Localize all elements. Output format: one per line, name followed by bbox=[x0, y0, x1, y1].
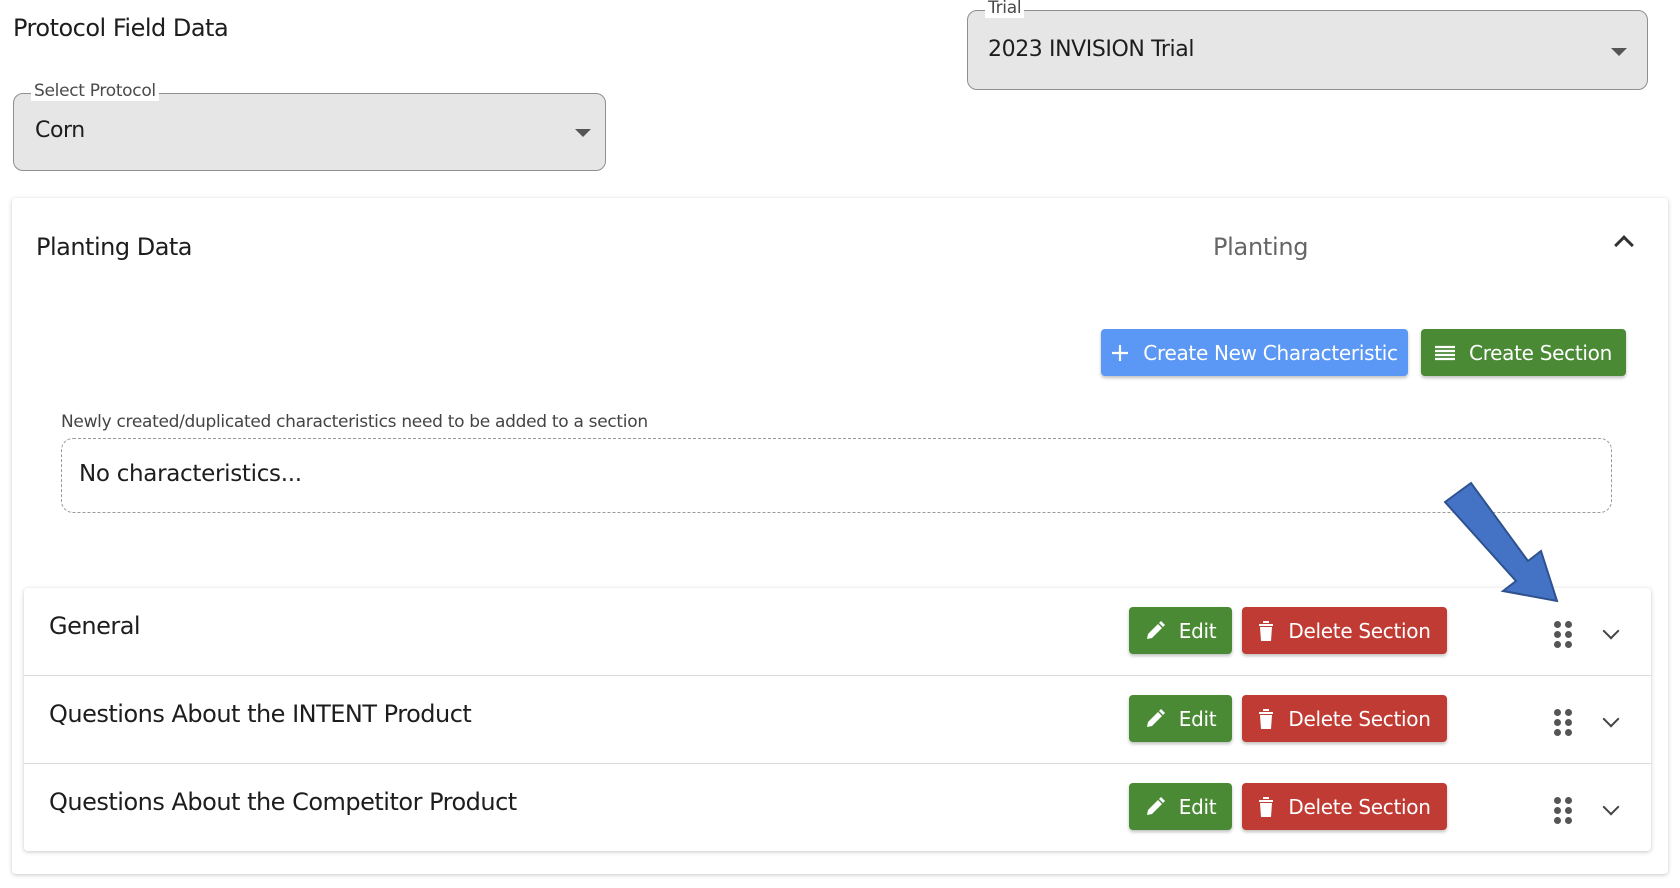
chevron-down-icon[interactable] bbox=[1602, 622, 1620, 640]
delete-section-button[interactable]: Delete Section bbox=[1242, 607, 1447, 654]
section-title: Questions About the Competitor Product bbox=[49, 788, 517, 816]
protocol-select-label: Select Protocol bbox=[31, 81, 159, 101]
drag-handle-icon[interactable] bbox=[1554, 709, 1572, 736]
pencil-icon bbox=[1145, 796, 1165, 817]
unassigned-characteristics-dropzone[interactable]: No characteristics... bbox=[61, 438, 1612, 513]
section-title: Questions About the INTENT Product bbox=[49, 700, 472, 728]
trash-icon bbox=[1258, 620, 1274, 641]
pencil-icon bbox=[1145, 620, 1165, 641]
trash-icon bbox=[1258, 796, 1274, 817]
edit-section-button[interactable]: Edit bbox=[1129, 695, 1232, 742]
edit-section-button[interactable]: Edit bbox=[1129, 607, 1232, 654]
create-new-characteristic-button[interactable]: Create New Characteristic bbox=[1101, 329, 1408, 376]
plus-icon bbox=[1111, 344, 1129, 362]
delete-section-label: Delete Section bbox=[1288, 794, 1431, 819]
trial-select[interactable]: Trial 2023 INVISION Trial bbox=[967, 0, 1648, 90]
edit-label: Edit bbox=[1178, 706, 1217, 731]
section-hint: Newly created/duplicated characteristics… bbox=[61, 412, 648, 432]
delete-section-label: Delete Section bbox=[1288, 706, 1431, 731]
card-title: Planting Data bbox=[36, 233, 193, 261]
chevron-down-icon[interactable] bbox=[1602, 798, 1620, 816]
create-new-characteristic-label: Create New Characteristic bbox=[1143, 340, 1398, 365]
protocol-select[interactable]: Select Protocol Corn bbox=[13, 81, 606, 171]
page-title: Protocol Field Data bbox=[13, 14, 229, 42]
section-row[interactable]: Questions About the INTENT Product Edit … bbox=[24, 676, 1651, 764]
section-row[interactable]: General Edit Delete Section bbox=[24, 588, 1651, 676]
trial-select-label: Trial bbox=[985, 0, 1025, 18]
delete-section-button[interactable]: Delete Section bbox=[1242, 783, 1447, 830]
edit-label: Edit bbox=[1178, 618, 1217, 643]
edit-label: Edit bbox=[1178, 794, 1217, 819]
drag-handle-icon[interactable] bbox=[1554, 621, 1572, 648]
delete-section-label: Delete Section bbox=[1288, 618, 1431, 643]
create-section-label: Create Section bbox=[1469, 340, 1612, 365]
create-section-button[interactable]: Create Section bbox=[1421, 329, 1626, 376]
trial-select-value: 2023 INVISION Trial bbox=[988, 37, 1195, 62]
caret-down-icon bbox=[1611, 48, 1627, 56]
sections-list: General Edit Delete Section Questions Ab… bbox=[24, 588, 1651, 851]
caret-down-icon bbox=[575, 129, 591, 137]
delete-section-button[interactable]: Delete Section bbox=[1242, 695, 1447, 742]
protocol-select-value: Corn bbox=[35, 118, 85, 143]
chevron-down-icon[interactable] bbox=[1602, 710, 1620, 728]
section-row[interactable]: Questions About the Competitor Product E… bbox=[24, 764, 1651, 852]
card-subtitle: Planting bbox=[1213, 233, 1309, 261]
edit-section-button[interactable]: Edit bbox=[1129, 783, 1232, 830]
drag-handle-icon[interactable] bbox=[1554, 797, 1572, 824]
annotation-arrow-icon bbox=[1443, 481, 1559, 603]
pencil-icon bbox=[1145, 708, 1165, 729]
empty-characteristics-text: No characteristics... bbox=[79, 461, 302, 487]
section-title: General bbox=[49, 612, 141, 640]
list-icon bbox=[1435, 345, 1456, 361]
trash-icon bbox=[1258, 708, 1274, 729]
